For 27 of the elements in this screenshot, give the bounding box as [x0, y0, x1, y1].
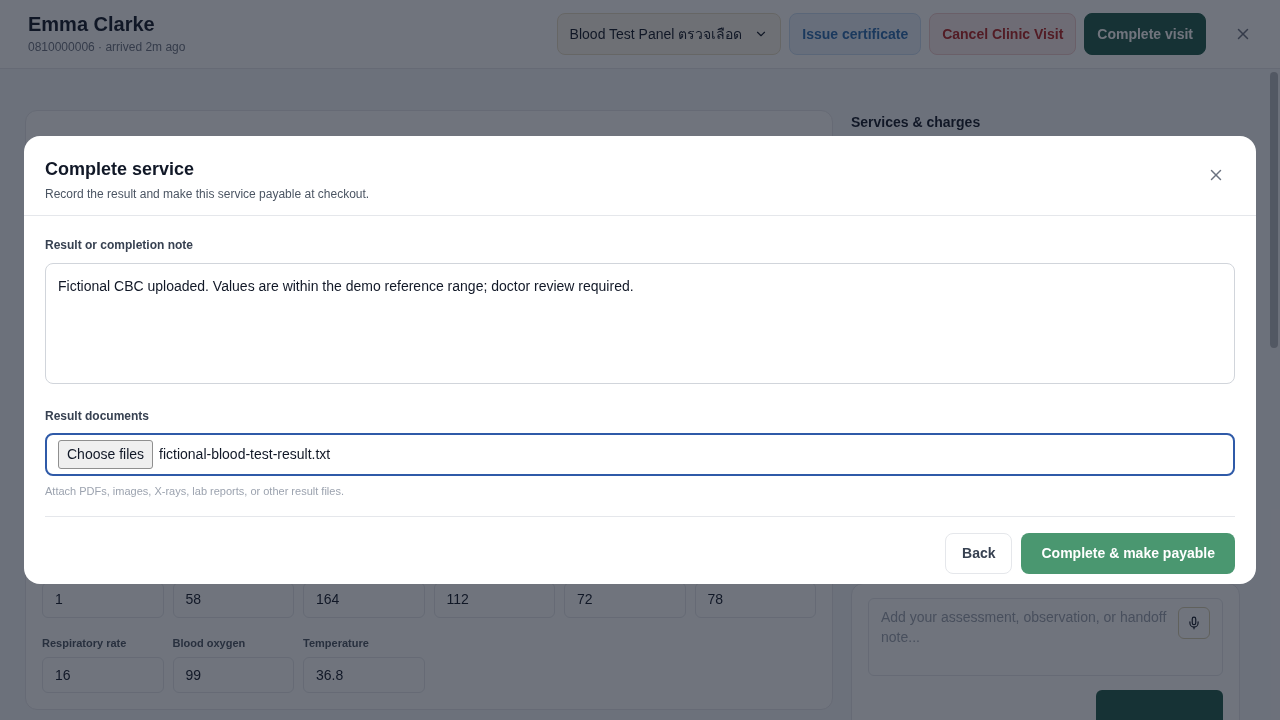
field-hint: Attach PDFs, images, X-rays, lab reports, or other result files.: [45, 484, 345, 499]
vital-field[interactable]: 16: [42, 657, 164, 693]
vital-field[interactable]: 36.8: [303, 657, 425, 693]
service-select[interactable]: Blood Test Panel ตรวจเลือด: [556, 13, 782, 55]
header-button[interactable]: Cancel Clinic Visit: [929, 13, 1077, 55]
file-field[interactable]: Choose files fictional-blood-test-result.txt: [45, 433, 1235, 476]
back-button[interactable]: Back: [945, 532, 1013, 574]
field-label: Result or completion note: [45, 237, 194, 254]
header-button[interactable]: Issue certificate: [789, 13, 922, 55]
file-name: fictional-blood-test-result.txt: [159, 445, 331, 464]
vital-field[interactable]: 99: [172, 657, 294, 693]
choose-files-button[interactable]: Choose files: [58, 440, 154, 469]
field-label: Result documents: [45, 408, 150, 425]
patient-subtitle: 0810000006 · arrived 2m ago: [28, 39, 186, 56]
patient-name: Emma Clarke: [28, 12, 156, 36]
submit-button[interactable]: Complete & make payable: [1021, 532, 1235, 574]
dialog-title: Complete service: [45, 158, 196, 181]
vital-label: Blood oxygen: [172, 635, 247, 651]
vital-label: Temperature: [303, 635, 370, 651]
header-button[interactable]: Complete visit: [1084, 13, 1206, 55]
section-title: Services & charges: [851, 113, 982, 132]
note-field[interactable]: Fictional CBC uploaded. Values are within the demo reference range; doctor review required.: [45, 263, 1235, 384]
scrollbar[interactable]: [1270, 72, 1278, 348]
vital-label: Respiratory rate: [42, 635, 128, 651]
dialog-subtitle: Record the result and make this service payable at checkout.: [45, 186, 370, 203]
microphone-button[interactable]: [1178, 607, 1210, 639]
microphone-icon: [1187, 616, 1201, 630]
